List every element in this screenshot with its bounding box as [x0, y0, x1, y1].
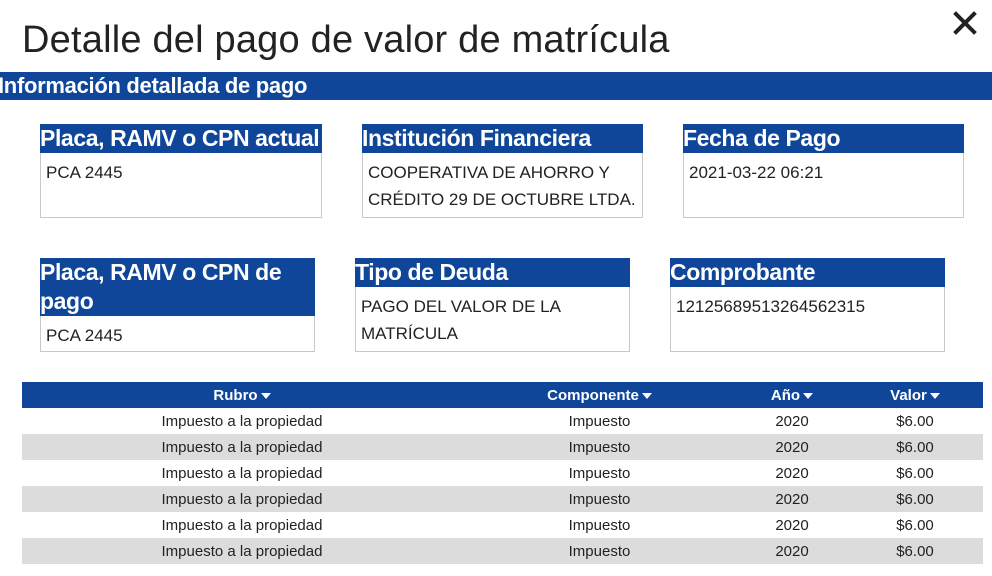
sort-componente-header[interactable]: Componente	[547, 387, 652, 404]
cell-anio: 2020	[775, 438, 809, 456]
cell-anio: 2020	[775, 412, 809, 430]
caret-down-icon	[803, 393, 814, 399]
table-row: Impuesto a la propiedad Impuesto 2020 $6…	[22, 460, 983, 486]
header-label: Valor	[890, 386, 927, 404]
table-row: Impuesto a la propiedad Impuesto 2020 $6…	[22, 538, 983, 564]
caret-down-icon	[260, 393, 271, 399]
cell-anio: 2020	[775, 464, 809, 482]
card-value: 12125689513264562315	[676, 297, 866, 316]
cell-componente: Impuesto	[568, 516, 631, 534]
cell-rubro: Impuesto a la propiedad	[161, 542, 323, 560]
card-label: Placa, RAMV o CPN actual	[40, 124, 322, 153]
cell-anio: 2020	[775, 490, 809, 508]
card-fecha: Fecha de Pago 2021-03-22 06:21	[683, 124, 964, 218]
sort-anio-header[interactable]: Año	[770, 386, 814, 404]
cell-rubro: Impuesto a la propiedad	[161, 438, 323, 456]
card-label: Placa, RAMV o CPN de pago	[40, 258, 315, 316]
close-button[interactable]	[950, 8, 980, 38]
sort-rubro-header[interactable]: Rubro	[213, 386, 271, 404]
card-value: COOPERATIVA DE AHORRO Y CRÉDITO 29 DE OC…	[368, 163, 636, 209]
dialog-title: Detalle del pago de valor de matrícula	[22, 19, 670, 61]
table-row: Impuesto a la propiedad Impuesto 2020 $6…	[22, 408, 983, 434]
cell-componente: Impuesto	[568, 490, 631, 508]
table-row: Impuesto a la propiedad Impuesto 2020 $6…	[22, 434, 983, 460]
section-title: Información detallada de pago	[0, 73, 308, 98]
section-header: Información detallada de pago	[0, 72, 992, 100]
cell-rubro: Impuesto a la propiedad	[161, 516, 323, 534]
header-label: Año	[770, 386, 801, 404]
cell-valor: $6.00	[896, 464, 934, 482]
card-institucion: Institución Financiera COOPERATIVA DE AH…	[362, 124, 643, 218]
card-value: 2021-03-22 06:21	[689, 163, 824, 182]
cell-valor: $6.00	[896, 490, 934, 508]
sort-valor-header[interactable]: Valor	[890, 387, 940, 404]
card-comprobante: Comprobante 12125689513264562315	[670, 258, 945, 352]
card-placa-actual: Placa, RAMV o CPN actual PCA 2445	[40, 124, 322, 218]
card-label: Comprobante	[670, 258, 945, 287]
cell-anio: 2020	[775, 542, 809, 560]
card-label: Fecha de Pago	[683, 124, 964, 153]
caret-down-icon	[929, 393, 940, 399]
table-row: Impuesto a la propiedad Impuesto 2020 $6…	[22, 486, 983, 512]
caret-down-icon	[641, 393, 652, 399]
cell-componente: Impuesto	[568, 412, 631, 430]
cell-rubro: Impuesto a la propiedad	[161, 412, 323, 430]
cell-valor: $6.00	[896, 542, 934, 560]
cell-componente: Impuesto	[568, 542, 631, 560]
card-value: PCA 2445	[46, 163, 123, 182]
cell-rubro: Impuesto a la propiedad	[161, 464, 323, 482]
card-label: Institución Financiera	[362, 124, 643, 153]
cell-componente: Impuesto	[568, 464, 631, 482]
table-header: Rubro Componente Año Valor	[22, 382, 983, 408]
header-label: Rubro	[213, 386, 258, 404]
card-value: PCA 2445	[46, 326, 123, 345]
card-tipo-deuda: Tipo de Deuda PAGO DEL VALOR DE LA MATRÍ…	[355, 258, 630, 352]
header-label: Componente	[547, 386, 639, 404]
card-label: Tipo de Deuda	[355, 258, 630, 287]
close-icon	[953, 11, 977, 35]
payment-table: Rubro Componente Año Valor Impuesto a la…	[22, 382, 983, 564]
cell-rubro: Impuesto a la propiedad	[161, 490, 323, 508]
cell-valor: $6.00	[896, 516, 934, 534]
card-placa-pago: Placa, RAMV o CPN de pago PCA 2445	[40, 258, 315, 352]
cell-componente: Impuesto	[568, 438, 631, 456]
table-row: Impuesto a la propiedad Impuesto 2020 $6…	[22, 512, 983, 538]
cell-valor: $6.00	[896, 412, 934, 430]
cell-anio: 2020	[775, 516, 809, 534]
cell-valor: $6.00	[896, 438, 934, 456]
card-value: PAGO DEL VALOR DE LA MATRÍCULA	[361, 297, 561, 343]
